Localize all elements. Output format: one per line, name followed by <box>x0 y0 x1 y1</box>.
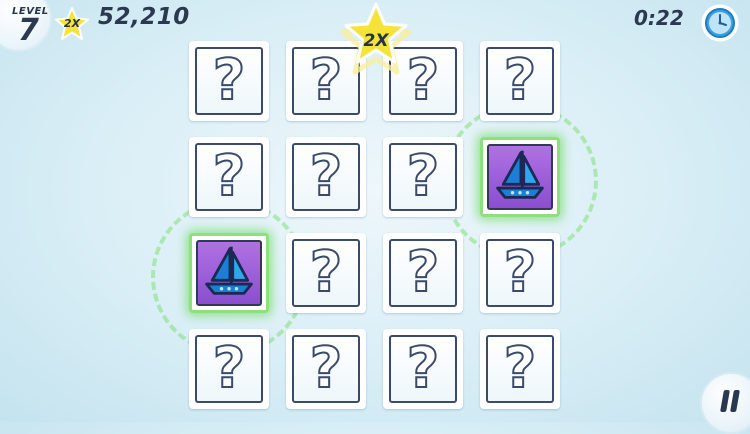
pause-icon <box>720 390 730 412</box>
card-face: ? <box>195 143 263 211</box>
score: 52,210 <box>98 4 190 30</box>
card-face: ? <box>292 143 360 211</box>
question-mark: ? <box>212 48 247 113</box>
question-mark: ? <box>503 240 538 305</box>
question-mark: ? <box>406 336 441 401</box>
card-face: ? <box>486 239 554 307</box>
card-face: ? <box>195 335 263 403</box>
hidden-card[interactable]: ? <box>383 329 463 409</box>
level-number: 7 <box>18 13 39 48</box>
revealed-card[interactable] <box>480 137 560 217</box>
card-face: ? <box>389 239 457 307</box>
question-mark: ? <box>503 336 538 401</box>
hidden-card[interactable]: ? <box>189 137 269 217</box>
card-face <box>487 144 553 210</box>
pause-button[interactable] <box>700 372 750 434</box>
card-face: ? <box>486 335 554 403</box>
hidden-card[interactable]: ? <box>383 137 463 217</box>
hidden-card[interactable]: ? <box>480 41 560 121</box>
sailboat-icon <box>492 147 548 207</box>
hidden-card[interactable]: ? <box>286 233 366 313</box>
question-mark: ? <box>309 144 344 209</box>
hidden-card[interactable]: ? <box>286 137 366 217</box>
pause-icon <box>730 390 740 412</box>
timer: 0:22 <box>634 6 684 30</box>
multiplier-text: 2X <box>63 17 81 30</box>
question-mark: ? <box>309 336 344 401</box>
hidden-card[interactable]: ? <box>383 233 463 313</box>
revealed-card[interactable] <box>189 233 269 313</box>
card-face: ? <box>195 47 263 115</box>
card-face: ? <box>389 335 457 403</box>
question-mark: ? <box>503 48 538 113</box>
bonus-star: 2X <box>337 2 415 80</box>
card-face: ? <box>486 47 554 115</box>
question-mark: ? <box>309 240 344 305</box>
sailboat-icon <box>201 243 257 303</box>
hidden-card[interactable]: ? <box>189 329 269 409</box>
bonus-star-text: 2X <box>363 31 389 51</box>
clock-icon <box>700 3 740 43</box>
hidden-card[interactable]: ? <box>189 41 269 121</box>
question-mark: ? <box>406 144 441 209</box>
question-mark: ? <box>406 240 441 305</box>
card-face: ? <box>389 143 457 211</box>
hidden-card[interactable]: ? <box>480 233 560 313</box>
hidden-card[interactable]: ? <box>286 329 366 409</box>
multiplier-badge: 2X <box>54 6 90 42</box>
question-mark: ? <box>212 144 247 209</box>
question-mark: ? <box>212 336 247 401</box>
card-face <box>196 240 262 306</box>
card-face: ? <box>292 239 360 307</box>
hidden-card[interactable]: ? <box>480 329 560 409</box>
card-face: ? <box>292 335 360 403</box>
